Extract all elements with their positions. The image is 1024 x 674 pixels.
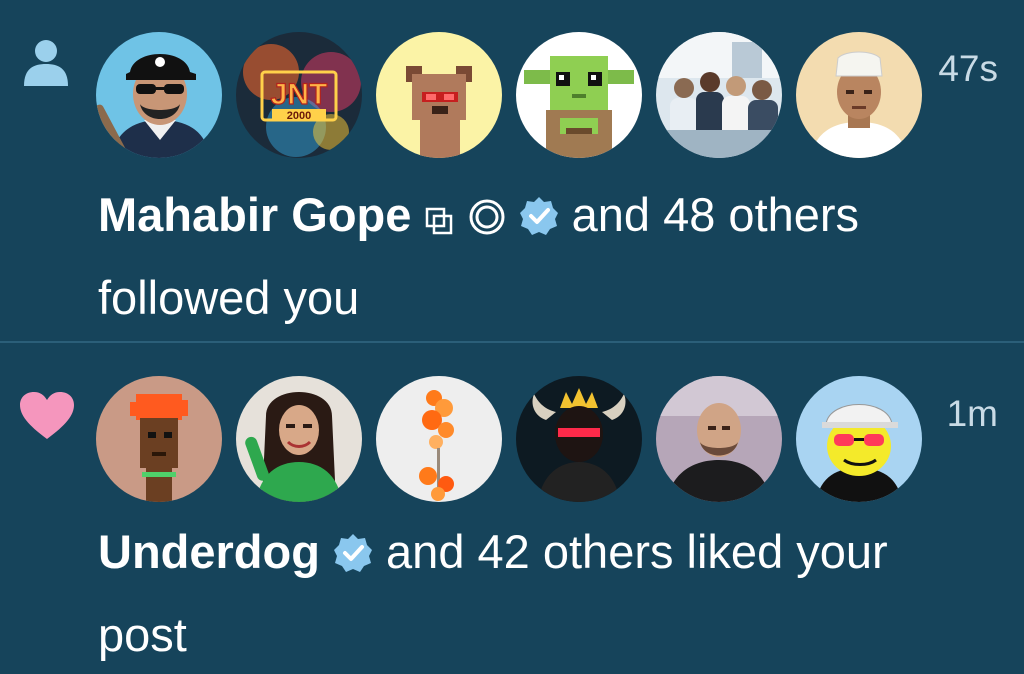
verified-badge-icon — [333, 518, 373, 596]
timestamp[interactable]: 47s — [938, 48, 998, 90]
ring-icon — [468, 181, 506, 259]
avatar-cartoon-man-cap-sunglasses[interactable] — [96, 32, 222, 158]
notification-message: Underdog and 42 others liked your post — [98, 513, 978, 674]
avatar-horned-crown-figure[interactable] — [516, 376, 642, 502]
square-stack-icon — [424, 181, 454, 259]
person-icon — [22, 38, 70, 93]
avatar-bald-man-black-shirt[interactable] — [656, 376, 782, 502]
timestamp[interactable]: 1m — [947, 393, 998, 435]
like-notification[interactable]: 1m Underdog and 42 others liked your pos… — [0, 343, 1024, 672]
notification-message: Mahabir Gope and 48 others followed you — [98, 176, 978, 337]
heart-icon — [18, 391, 76, 446]
svg-text:2000: 2000 — [287, 110, 311, 122]
avatar-jnt-2000-logo[interactable]: JNT 2000 — [236, 32, 362, 158]
follower-avatars: JNT 2000 — [96, 32, 922, 158]
avatar-pixel-dog-red-glasses[interactable] — [376, 32, 502, 158]
avatar-pixel-punk-orange-hair[interactable] — [96, 376, 222, 502]
avatar-woman-green-top[interactable] — [236, 376, 362, 502]
svg-text:JNT: JNT — [271, 78, 328, 111]
actor-name[interactable]: Mahabir Gope — [98, 188, 411, 241]
avatar-man-white-cap[interactable] — [796, 32, 922, 158]
liker-avatars — [96, 376, 922, 502]
avatar-yellow-face-cap-sunglasses[interactable] — [796, 376, 922, 502]
avatar-pixel-green-alien[interactable] — [516, 32, 642, 158]
actor-name[interactable]: Underdog — [98, 525, 320, 578]
avatar-orange-flowers[interactable] — [376, 376, 502, 502]
verified-badge-icon — [519, 181, 559, 259]
follow-notification[interactable]: JNT 2000 47s Mahabir Gope and 48 others … — [0, 0, 1024, 343]
avatar-office-group-photo[interactable] — [656, 32, 782, 158]
